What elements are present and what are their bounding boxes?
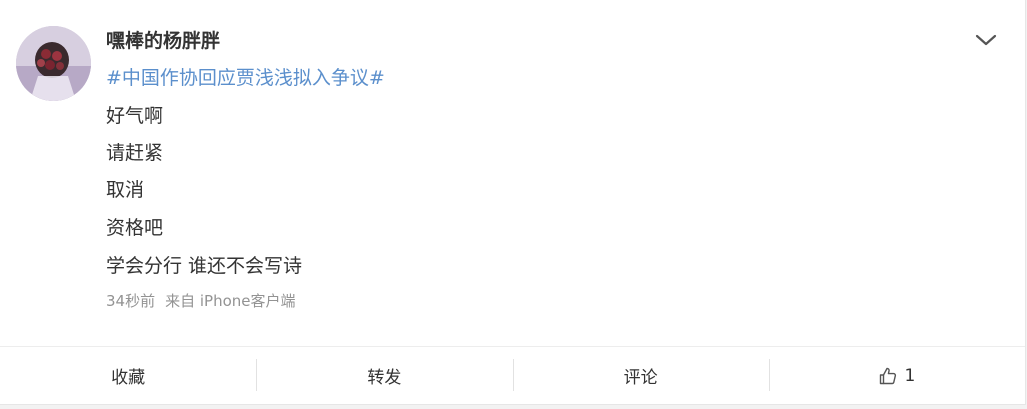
repost-label: 转发 [367, 368, 402, 388]
post-source: 来自 iPhone客户端 [165, 292, 296, 310]
more-menu-button[interactable] [972, 28, 1000, 52]
favorite-label: 收藏 [111, 368, 146, 388]
weibo-post-card: 嘿棒的杨胖胖 #中国作协回应贾浅浅拟入争议# 好气啊 请赶紧 取消 资格吧 学会… [0, 0, 1026, 405]
action-bar: 收藏 转发 评论 1 [0, 346, 1025, 404]
post-text-line: 资格吧 [106, 217, 164, 239]
favorite-button[interactable]: 收藏 [0, 347, 256, 404]
like-button[interactable]: 1 [768, 347, 1025, 404]
post-text-line: 好气啊 [106, 105, 164, 127]
username[interactable]: 嘿棒的杨胖胖 [106, 28, 220, 54]
post-text-line: 学会分行 谁还不会写诗 [106, 255, 303, 277]
avatar[interactable] [16, 26, 91, 101]
post-meta: 34秒前 来自 iPhone客户端 [106, 290, 296, 312]
comment-button[interactable]: 评论 [512, 347, 769, 404]
topic-hashtag-link[interactable]: #中国作协回应贾浅浅拟入争议# [106, 65, 385, 91]
post-time[interactable]: 34秒前 [106, 292, 155, 310]
repost-button[interactable]: 转发 [256, 347, 512, 404]
comment-label: 评论 [623, 368, 658, 388]
like-count: 1 [904, 365, 916, 386]
avatar-image [16, 26, 91, 101]
thumbs-up-icon [878, 366, 898, 386]
post-text-line: 请赶紧 [106, 142, 164, 164]
post-text-line: 取消 [106, 179, 145, 201]
chevron-down-icon [975, 34, 997, 46]
